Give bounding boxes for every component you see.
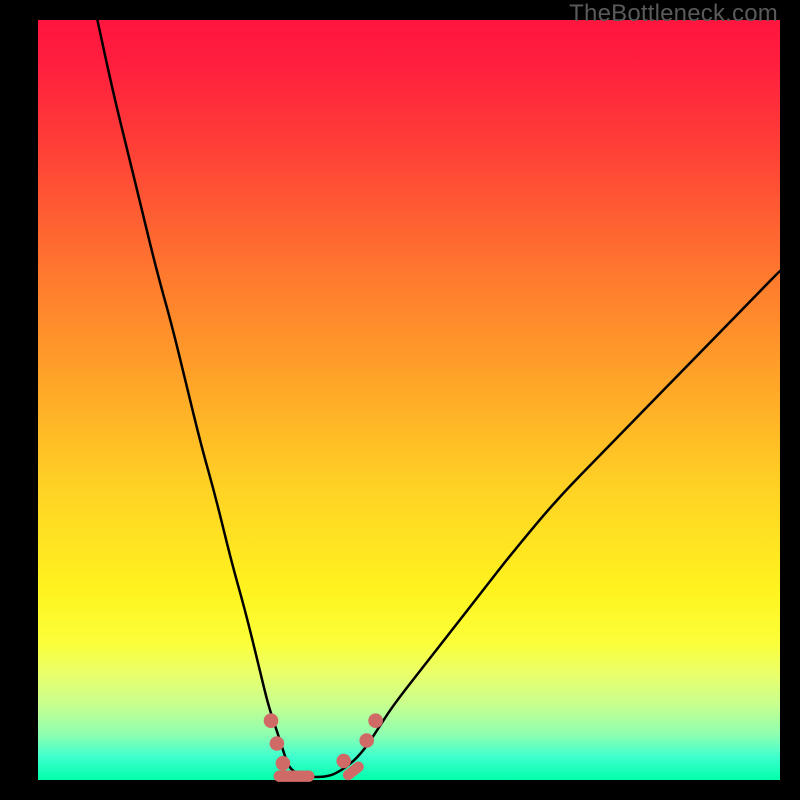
chart-frame: TheBottleneck.com [0, 0, 800, 800]
marker-dot [276, 756, 291, 771]
marker-dot [264, 713, 279, 728]
marker-capsule [274, 771, 315, 782]
watermark-text: TheBottleneck.com [569, 0, 778, 28]
bottleneck-curve [97, 20, 780, 777]
marker-dot [270, 736, 285, 751]
marker-dot [336, 754, 351, 769]
marker-dot [359, 733, 374, 748]
plot-area [38, 20, 780, 780]
chart-svg [38, 20, 780, 780]
marker-dot [368, 713, 383, 728]
